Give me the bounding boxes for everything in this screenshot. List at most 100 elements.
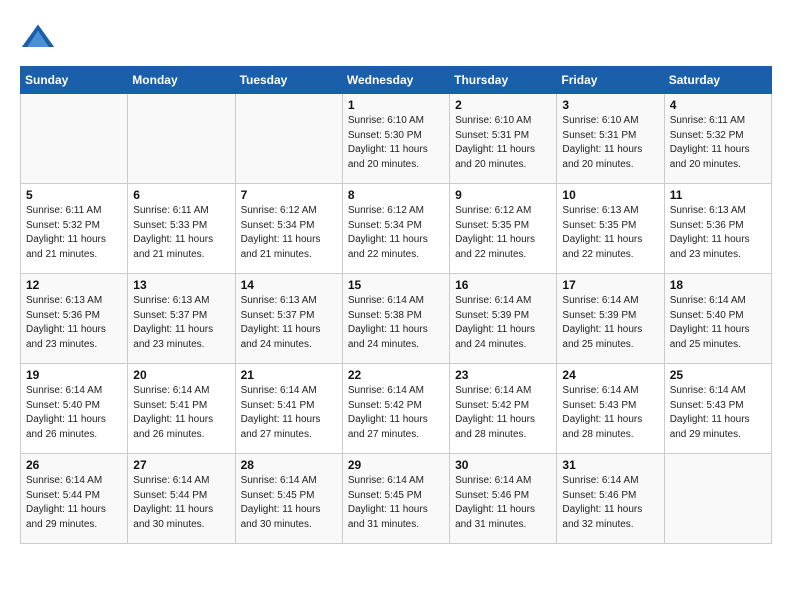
day-number: 1: [348, 98, 444, 112]
calendar-cell: 11Sunrise: 6:13 AM Sunset: 5:36 PM Dayli…: [664, 184, 771, 274]
calendar-cell: 28 Sunrise: 6:14 AM Sunset: 5:45 PM Dayli…: [235, 454, 342, 544]
day-number: 28: [241, 458, 337, 472]
day-number: 10: [562, 188, 658, 202]
day-number: 12: [26, 278, 122, 292]
logo: [20, 20, 62, 56]
calendar-cell: 18 Sunrise: 6:14 AM Sunset: 5:40 PM Dayli…: [664, 274, 771, 364]
calendar-cell: 23 Sunrise: 6:14 AM Sunset: 5:42 PM Dayli…: [450, 364, 557, 454]
day-info: Sunrise: 6:14 AM Sunset: 5:41 PM Dayligh…: [241, 384, 337, 442]
day-number: 25: [670, 368, 766, 382]
page-header: [20, 20, 772, 56]
day-number: 30: [455, 458, 551, 472]
calendar-cell: 9Sunrise: 6:12 AM Sunset: 5:35 PM Daylig…: [450, 184, 557, 274]
calendar-week-5: 26 Sunrise: 6:14 AM Sunset: 5:44 PM Dayli…: [21, 454, 772, 544]
day-number: 31: [562, 458, 658, 472]
day-number: 13: [133, 278, 229, 292]
day-info: Sunrise: 6:12 AM Sunset: 5:34 PM Dayligh…: [348, 204, 444, 262]
weekday-header-monday: Monday: [128, 67, 235, 94]
day-number: 7: [241, 188, 337, 202]
calendar-table: SundayMondayTuesdayWednesdayThursdayFrid…: [20, 66, 772, 544]
calendar-cell: 22 Sunrise: 6:14 AM Sunset: 5:42 PM Dayli…: [342, 364, 449, 454]
day-info: Sunrise: 6:14 AM Sunset: 5:40 PM Dayligh…: [26, 384, 122, 442]
calendar-cell: 7 Sunrise: 6:12 AM Sunset: 5:34 PM Daylig…: [235, 184, 342, 274]
day-info: Sunrise: 6:12 AM Sunset: 5:34 PM Dayligh…: [241, 204, 337, 262]
calendar-cell: 20 Sunrise: 6:14 AM Sunset: 5:41 PM Dayli…: [128, 364, 235, 454]
calendar-cell: 3 Sunrise: 6:10 AM Sunset: 5:31 PM Daylig…: [557, 94, 664, 184]
calendar-week-2: 5 Sunrise: 6:11 AM Sunset: 5:32 PM Daylig…: [21, 184, 772, 274]
calendar-cell: 29Sunrise: 6:14 AM Sunset: 5:45 PM Dayli…: [342, 454, 449, 544]
calendar-cell: 31 Sunrise: 6:14 AM Sunset: 5:46 PM Dayli…: [557, 454, 664, 544]
day-info: Sunrise: 6:13 AM Sunset: 5:35 PM Dayligh…: [562, 204, 658, 262]
day-number: 23: [455, 368, 551, 382]
day-info: Sunrise: 6:14 AM Sunset: 5:44 PM Dayligh…: [26, 474, 122, 532]
day-number: 15: [348, 278, 444, 292]
weekday-header-row: SundayMondayTuesdayWednesdayThursdayFrid…: [21, 67, 772, 94]
day-info: Sunrise: 6:11 AM Sunset: 5:32 PM Dayligh…: [670, 114, 766, 172]
day-info: Sunrise: 6:14 AM Sunset: 5:44 PM Dayligh…: [133, 474, 229, 532]
day-info: Sunrise: 6:14 AM Sunset: 5:40 PM Dayligh…: [670, 294, 766, 352]
calendar-cell: 13 Sunrise: 6:13 AM Sunset: 5:37 PM Dayli…: [128, 274, 235, 364]
calendar-cell: 27Sunrise: 6:14 AM Sunset: 5:44 PM Dayli…: [128, 454, 235, 544]
day-number: 26: [26, 458, 122, 472]
day-number: 11: [670, 188, 766, 202]
day-info: Sunrise: 6:13 AM Sunset: 5:37 PM Dayligh…: [133, 294, 229, 352]
calendar-cell: 10 Sunrise: 6:13 AM Sunset: 5:35 PM Dayli…: [557, 184, 664, 274]
day-number: 24: [562, 368, 658, 382]
day-number: 22: [348, 368, 444, 382]
day-info: Sunrise: 6:14 AM Sunset: 5:46 PM Dayligh…: [455, 474, 551, 532]
calendar-cell: 17 Sunrise: 6:14 AM Sunset: 5:39 PM Dayli…: [557, 274, 664, 364]
day-info: Sunrise: 6:13 AM Sunset: 5:37 PM Dayligh…: [241, 294, 337, 352]
calendar-cell: 4 Sunrise: 6:11 AM Sunset: 5:32 PM Daylig…: [664, 94, 771, 184]
calendar-cell: 1 Sunrise: 6:10 AM Sunset: 5:30 PM Daylig…: [342, 94, 449, 184]
weekday-header-thursday: Thursday: [450, 67, 557, 94]
day-number: 8: [348, 188, 444, 202]
weekday-header-wednesday: Wednesday: [342, 67, 449, 94]
calendar-cell: 14 Sunrise: 6:13 AM Sunset: 5:37 PM Dayli…: [235, 274, 342, 364]
calendar-cell: 8 Sunrise: 6:12 AM Sunset: 5:34 PM Daylig…: [342, 184, 449, 274]
calendar-cell: 21Sunrise: 6:14 AM Sunset: 5:41 PM Dayli…: [235, 364, 342, 454]
calendar-cell: 5 Sunrise: 6:11 AM Sunset: 5:32 PM Daylig…: [21, 184, 128, 274]
calendar-cell: 12Sunrise: 6:13 AM Sunset: 5:36 PM Dayli…: [21, 274, 128, 364]
calendar-cell: 2Sunrise: 6:10 AM Sunset: 5:31 PM Daylig…: [450, 94, 557, 184]
day-number: 4: [670, 98, 766, 112]
day-info: Sunrise: 6:10 AM Sunset: 5:31 PM Dayligh…: [455, 114, 551, 172]
calendar-cell: 6Sunrise: 6:11 AM Sunset: 5:33 PM Daylig…: [128, 184, 235, 274]
day-info: Sunrise: 6:14 AM Sunset: 5:43 PM Dayligh…: [562, 384, 658, 442]
calendar-week-1: 1 Sunrise: 6:10 AM Sunset: 5:30 PM Daylig…: [21, 94, 772, 184]
day-info: Sunrise: 6:10 AM Sunset: 5:31 PM Dayligh…: [562, 114, 658, 172]
day-number: 18: [670, 278, 766, 292]
calendar-cell: 24 Sunrise: 6:14 AM Sunset: 5:43 PM Dayli…: [557, 364, 664, 454]
calendar-cell: [664, 454, 771, 544]
weekday-header-friday: Friday: [557, 67, 664, 94]
calendar-cell: [21, 94, 128, 184]
day-number: 20: [133, 368, 229, 382]
day-info: Sunrise: 6:11 AM Sunset: 5:32 PM Dayligh…: [26, 204, 122, 262]
day-number: 3: [562, 98, 658, 112]
calendar-cell: 26 Sunrise: 6:14 AM Sunset: 5:44 PM Dayli…: [21, 454, 128, 544]
day-info: Sunrise: 6:14 AM Sunset: 5:39 PM Dayligh…: [455, 294, 551, 352]
calendar-cell: 30 Sunrise: 6:14 AM Sunset: 5:46 PM Dayli…: [450, 454, 557, 544]
day-number: 9: [455, 188, 551, 202]
day-info: Sunrise: 6:14 AM Sunset: 5:46 PM Dayligh…: [562, 474, 658, 532]
day-info: Sunrise: 6:11 AM Sunset: 5:33 PM Dayligh…: [133, 204, 229, 262]
logo-icon: [20, 20, 56, 56]
calendar-cell: 25 Sunrise: 6:14 AM Sunset: 5:43 PM Dayli…: [664, 364, 771, 454]
day-number: 17: [562, 278, 658, 292]
day-info: Sunrise: 6:14 AM Sunset: 5:43 PM Dayligh…: [670, 384, 766, 442]
calendar-week-3: 12Sunrise: 6:13 AM Sunset: 5:36 PM Dayli…: [21, 274, 772, 364]
weekday-header-saturday: Saturday: [664, 67, 771, 94]
day-number: 29: [348, 458, 444, 472]
day-info: Sunrise: 6:14 AM Sunset: 5:41 PM Dayligh…: [133, 384, 229, 442]
calendar-cell: 16 Sunrise: 6:14 AM Sunset: 5:39 PM Dayli…: [450, 274, 557, 364]
day-info: Sunrise: 6:10 AM Sunset: 5:30 PM Dayligh…: [348, 114, 444, 172]
calendar-cell: [235, 94, 342, 184]
day-info: Sunrise: 6:14 AM Sunset: 5:45 PM Dayligh…: [241, 474, 337, 532]
day-info: Sunrise: 6:14 AM Sunset: 5:38 PM Dayligh…: [348, 294, 444, 352]
calendar-cell: 15 Sunrise: 6:14 AM Sunset: 5:38 PM Dayli…: [342, 274, 449, 364]
day-info: Sunrise: 6:14 AM Sunset: 5:39 PM Dayligh…: [562, 294, 658, 352]
day-number: 5: [26, 188, 122, 202]
day-info: Sunrise: 6:14 AM Sunset: 5:42 PM Dayligh…: [348, 384, 444, 442]
day-number: 14: [241, 278, 337, 292]
day-number: 16: [455, 278, 551, 292]
day-info: Sunrise: 6:14 AM Sunset: 5:42 PM Dayligh…: [455, 384, 551, 442]
